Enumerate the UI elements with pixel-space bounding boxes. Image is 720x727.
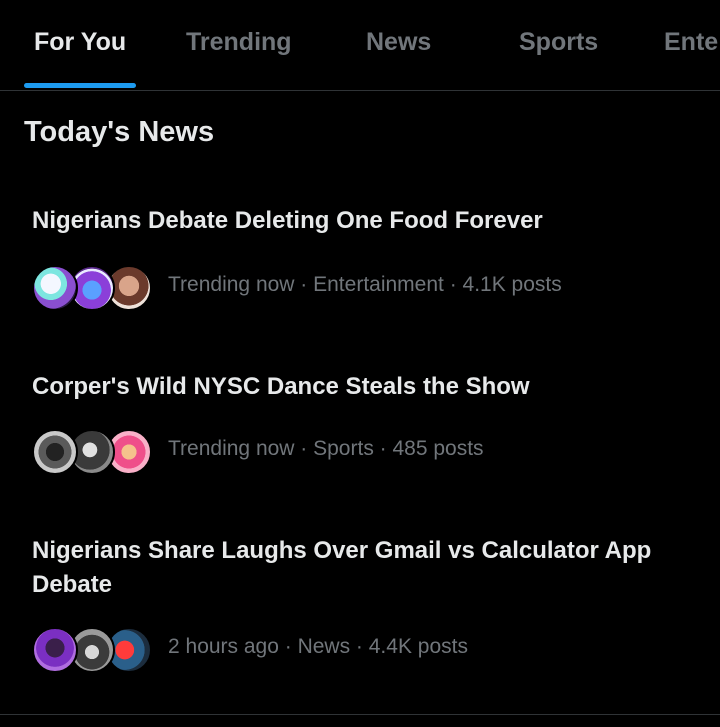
story-meta-row: Trending now · Entertainment · 4.1K post… bbox=[32, 264, 692, 311]
avatar-stack bbox=[32, 264, 152, 311]
tab-trending[interactable]: Trending bbox=[186, 28, 292, 57]
story-headline: Nigerians Debate Deleting One Food Forev… bbox=[32, 207, 543, 234]
story-meta-row: 2 hours ago · News · 4.4K posts bbox=[32, 626, 692, 673]
avatar-masked-person-icon bbox=[32, 429, 78, 475]
tab-entertainment[interactable]: Ente bbox=[664, 28, 718, 57]
story-meta: Trending now · Sports · 485 posts bbox=[168, 437, 484, 460]
story-headline: Nigerians Share Laughs Over Gmail vs Cal… bbox=[32, 537, 652, 598]
story-meta: Trending now · Entertainment · 4.1K post… bbox=[168, 273, 562, 296]
avatar-stack bbox=[32, 626, 152, 673]
divider bbox=[0, 714, 720, 715]
tab-for-you[interactable]: For You bbox=[34, 28, 126, 57]
avatar-stack bbox=[32, 428, 152, 475]
story-meta: 2 hours ago · News · 4.4K posts bbox=[168, 635, 468, 658]
tab-sports[interactable]: Sports bbox=[519, 28, 598, 57]
avatar-purple-portrait-icon bbox=[32, 627, 78, 673]
tab-news[interactable]: News bbox=[366, 28, 431, 57]
active-tab-indicator bbox=[24, 83, 136, 88]
news-story-item[interactable]: Corper's Wild NYSC Dance Steals the Show… bbox=[0, 364, 720, 484]
section-title: Today's News bbox=[24, 116, 215, 148]
story-headline: Corper's Wild NYSC Dance Steals the Show bbox=[32, 373, 530, 400]
avatar-anime-character-icon bbox=[32, 265, 78, 311]
news-story-item[interactable]: Nigerians Share Laughs Over Gmail vs Cal… bbox=[0, 528, 720, 708]
story-meta-row: Trending now · Sports · 485 posts bbox=[32, 428, 692, 475]
news-story-item[interactable]: Nigerians Debate Deleting One Food Forev… bbox=[0, 200, 720, 320]
tab-bar: For You Trending News Sports Ente bbox=[0, 0, 720, 91]
